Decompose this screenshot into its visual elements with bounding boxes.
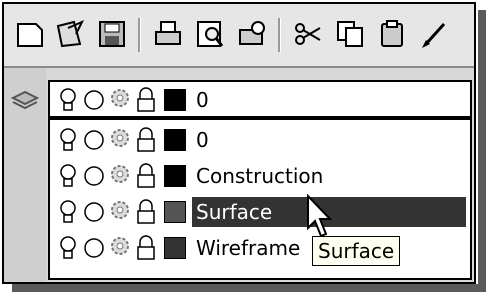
printer-icon [155,21,181,45]
sun-circle-icon[interactable] [82,163,106,189]
lock-icon[interactable] [134,235,158,261]
freeze-icon[interactable] [108,163,132,189]
lock-icon[interactable] [134,163,158,189]
layer-color-swatch[interactable] [164,165,186,187]
lightbulb-icon[interactable] [56,127,80,153]
layer-list-item-selected[interactable]: Surface [56,194,466,230]
freeze-icon[interactable] [108,127,132,153]
layer-color-swatch [164,89,186,111]
lightbulb-icon[interactable] [56,163,80,189]
lightbulb-icon [56,87,80,113]
standard-toolbar [4,4,474,68]
copy-icon [337,21,363,47]
frame-shadow-bottom [12,284,486,292]
freeze-icon[interactable] [108,235,132,261]
sun-circle-icon[interactable] [82,199,106,225]
screenshot-frame: 0 0 Construction Surface Wireframe Surfa… [2,2,476,284]
layer-combo[interactable]: 0 [48,80,472,118]
open-icon [56,20,85,48]
layer-color-swatch[interactable] [164,237,186,259]
copy-button[interactable] [330,14,370,54]
sun-circle-icon[interactable] [82,127,106,153]
save-button[interactable] [92,14,132,54]
lightbulb-icon[interactable] [56,199,80,225]
toolbar-separator [278,18,281,52]
freeze-icon [108,87,132,113]
scissors-icon [295,23,321,45]
brush-icon [422,22,446,48]
layer-color-swatch[interactable] [164,129,186,151]
layer-manager-strip [4,68,46,282]
sun-circle-icon[interactable] [82,235,106,261]
layer-list-item[interactable]: 0 [56,122,466,158]
paste-button[interactable] [372,14,412,54]
toolbar-separator [138,18,141,52]
new-button[interactable] [10,14,50,54]
lock-icon[interactable] [134,199,158,225]
mouse-pointer-icon [307,194,333,238]
open-button[interactable] [50,14,90,54]
lightbulb-icon[interactable] [56,235,80,261]
new-document-icon [17,23,43,47]
publish-icon [239,21,265,45]
frame-shadow-right [478,10,486,290]
freeze-icon[interactable] [108,199,132,225]
publish-button[interactable] [232,14,272,54]
layers-icon[interactable] [10,86,40,116]
layer-name: Construction [196,164,324,188]
print-preview-button[interactable] [190,14,230,54]
layer-list-item[interactable]: Wireframe [56,230,466,266]
lock-icon[interactable] [134,127,158,153]
lock-icon [134,87,158,113]
layer-combo-current: 0 [56,82,466,118]
layer-name: 0 [196,128,209,152]
layer-dropdown-list: 0 Construction Surface Wireframe [48,118,472,280]
cut-button[interactable] [288,14,328,54]
sun-circle-icon [82,87,106,113]
layers-toolbar: 0 0 Construction Surface Wireframe [4,68,474,282]
match-properties-button[interactable] [414,14,454,54]
layer-tooltip: Surface [312,236,401,266]
paste-icon [381,20,403,47]
layer-list-item[interactable]: Construction [56,158,466,194]
save-icon [99,21,125,47]
layer-name: 0 [196,88,209,112]
layer-color-swatch[interactable] [164,201,186,223]
print-preview-icon [197,21,224,47]
print-button[interactable] [148,14,188,54]
